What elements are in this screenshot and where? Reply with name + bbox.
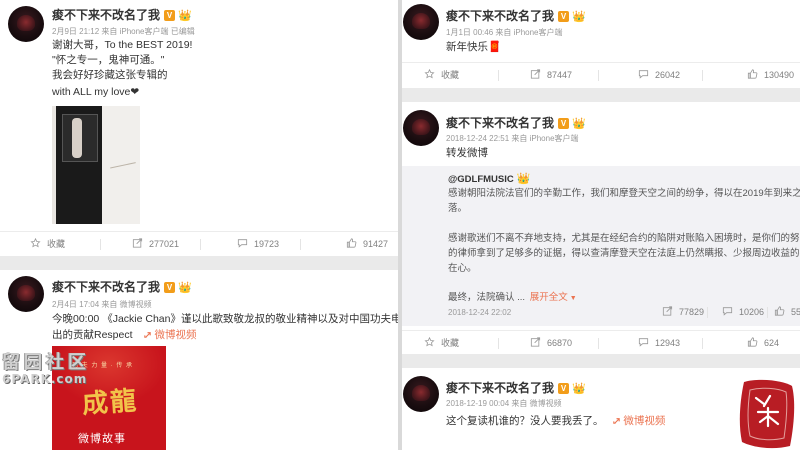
post-text-line: 新年快乐🧧 [446, 41, 502, 53]
poster-footer: 微博故事 [78, 433, 126, 445]
username[interactable]: 痠不下来不改名了我 V 👑 [52, 278, 192, 295]
action-bar: 收藏 66870 12943 624 [402, 330, 800, 354]
repost-text-line: 在心。 [448, 263, 477, 274]
collect-button[interactable]: 收藏 [424, 63, 459, 87]
verified-badge-icon: V [558, 383, 570, 394]
post-text-line: 出的贡献Respect 微博视频 [52, 329, 197, 341]
verified-badge-icon: V [558, 118, 570, 129]
avatar[interactable] [403, 110, 439, 146]
video-link-icon [144, 332, 152, 338]
thumbs-up-icon [346, 238, 357, 248]
username-text[interactable]: 痠不下来不改名了我 [446, 381, 554, 395]
poster-title: 成龍 [81, 386, 140, 420]
verified-badge-icon: V [164, 10, 176, 21]
repost-text-line: 感谢朝阳法院法官们的辛勤工作，我们和摩登天空之间的纷争，得以在2019年到来之前… [448, 188, 800, 199]
comment-button[interactable]: 19723 [237, 232, 279, 256]
fan-badge-icon: 👑 [516, 173, 531, 185]
post-text-line: 我会好好珍藏这张专辑的 [52, 69, 168, 81]
post-image-album[interactable] [52, 106, 140, 224]
star-icon [424, 337, 435, 347]
repost-button[interactable]: 87447 [530, 63, 572, 87]
chevron-down-icon: ▼ [569, 295, 577, 302]
repost-origin-repost-button[interactable]: 77829 [662, 302, 704, 322]
video-link[interactable]: 微博视频 [143, 329, 196, 341]
repost-icon [530, 337, 541, 347]
verified-badge-icon: V [164, 282, 176, 293]
avatar[interactable] [8, 6, 44, 42]
collect-button[interactable]: 收藏 [30, 232, 65, 256]
avatar[interactable] [403, 376, 439, 412]
repost-origin-like-button[interactable]: 552 [774, 302, 800, 322]
repost-meta: 2018-12-24 22:02 [448, 308, 512, 317]
username-text[interactable]: 痠不下来不改名了我 [52, 8, 160, 22]
repost-text-line: 落。 [448, 203, 468, 214]
video-link[interactable]: 微博视频 [612, 415, 665, 427]
verified-badge-icon: V [558, 11, 570, 22]
repost-text-line: 感谢歌迷们不离不弃地支持，尤其是在经纪合约的陷阱对账陷入困境时，是你们的努力，让… [448, 233, 800, 244]
repost-icon [132, 238, 143, 248]
action-bar: 收藏 277021 19723 91427 [0, 231, 398, 255]
thumbs-up-icon [747, 69, 758, 79]
post-meta: 2018-12-24 22:51 来自 iPhone客户端 [446, 134, 579, 143]
post-meta: 1月1日 00:46 来自 iPhone客户端 [446, 28, 563, 37]
avatar[interactable] [8, 276, 44, 312]
site-watermark: 留园社区 6PARK.com [2, 348, 92, 386]
repost-origin-comment-button[interactable]: 10206 [722, 302, 764, 322]
post-meta: 2018-12-19 00:04 来自 微博视频 [446, 399, 562, 408]
post-text-line: "怀之专一，鬼神可通。" [52, 54, 165, 66]
like-button[interactable]: 624 [747, 331, 779, 354]
repost-box: @GDLFMUSIC 👑 感谢朝阳法院法官们的辛勤工作，我们和摩登天空之间的纷争，… [402, 166, 800, 326]
repost-text-line: 最终，法院确认 ... 展开全文 ▼ [448, 292, 577, 303]
avatar[interactable] [403, 4, 439, 40]
comment-icon [638, 70, 649, 79]
post-text-line: with ALL my love❤ [52, 86, 140, 98]
post-meta: 2月9日 21:12 来自 iPhone客户端 已编辑 [52, 27, 195, 36]
username-text[interactable]: 痠不下来不改名了我 [446, 116, 554, 130]
post-card-album: 痠不下来不改名了我 V 👑 2月9日 21:12 来自 iPhone客户端 已编辑 … [0, 0, 398, 258]
star-icon [424, 69, 435, 79]
post-meta: 2月4日 17:04 来自 微博视频 [52, 300, 152, 309]
post-text-line: 转发微博 [446, 147, 488, 159]
username-text[interactable]: 痠不下来不改名了我 [446, 9, 554, 23]
post-text-line: 谢谢大哥，To the BEST 2019! [52, 39, 193, 51]
like-button[interactable]: 91427 [346, 232, 388, 256]
comment-icon [237, 239, 248, 248]
watermark-en: 6PARK.com [2, 372, 88, 386]
repost-button[interactable]: 66870 [530, 331, 572, 354]
repost-icon [662, 306, 673, 316]
repost-author[interactable]: @GDLFMUSIC 👑 [448, 172, 530, 187]
repost-button[interactable]: 277021 [132, 232, 179, 256]
repost-icon [530, 69, 541, 79]
fan-badge-icon: 👑 [572, 11, 586, 23]
action-bar: 收藏 87447 26042 130490 [402, 62, 800, 86]
fan-badge-icon: 👑 [572, 118, 586, 130]
post-text-line: 今晚00:00 《Jackie Chan》谨以此歌致敬龙叔的敬业精神以及对中国功… [52, 313, 398, 325]
thumbs-up-icon [747, 337, 758, 347]
post-text-line: 这个复读机谁的？没人要我丢了。 微博视频 [446, 415, 666, 427]
fan-badge-icon: 👑 [572, 383, 586, 395]
comment-icon [722, 307, 733, 316]
comment-icon [638, 338, 649, 347]
fan-badge-icon: 👑 [178, 282, 192, 294]
fan-badge-icon: 👑 [178, 10, 192, 22]
repost-text-line: 的律师拿到了足够多的证据，得以查清摩登天空在法庭上仍然瞒报、少报周边收益的事实，… [448, 248, 800, 259]
username[interactable]: 痠不下来不改名了我 V 👑 [446, 114, 586, 131]
username[interactable]: 痠不下来不改名了我 V 👑 [446, 379, 586, 396]
username-text[interactable]: 痠不下来不改名了我 [52, 280, 160, 294]
like-button[interactable]: 130490 [747, 63, 794, 87]
video-link-icon [613, 418, 621, 424]
username[interactable]: 痠不下来不改名了我 V 👑 [52, 6, 192, 23]
watermark-cn: 留园社区 [2, 352, 90, 373]
post-card-repost: 痠不下来不改名了我 V 👑 2018-12-24 22:51 来自 iPhone客户… [402, 102, 800, 354]
expand-link[interactable]: 展开全文 ▼ [530, 292, 577, 303]
comment-button[interactable]: 12943 [638, 331, 680, 354]
entertainment-seal-icon [739, 379, 795, 449]
username[interactable]: 痠不下来不改名了我 V 👑 [446, 7, 586, 24]
collect-button[interactable]: 收藏 [424, 331, 459, 354]
comment-button[interactable]: 26042 [638, 63, 680, 87]
star-icon [30, 238, 41, 248]
post-card-new-year: 痠不下来不改名了我 V 👑 1月1日 00:46 来自 iPhone客户端 新年快乐… [402, 0, 800, 88]
thumbs-up-icon [774, 306, 785, 316]
